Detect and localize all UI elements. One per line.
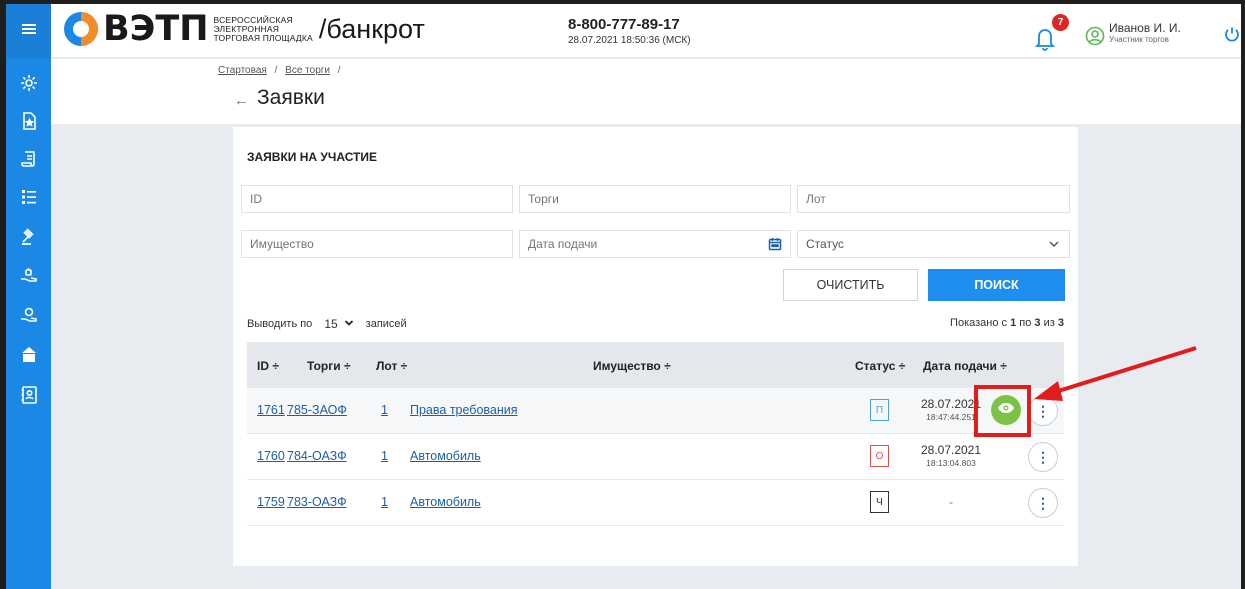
sidebar-item-documents[interactable] xyxy=(6,106,51,140)
clear-button[interactable]: ОЧИСТИТЬ xyxy=(783,269,918,301)
notifications-count-badge: 7 xyxy=(1052,14,1069,31)
row-id-link[interactable]: 1760 xyxy=(257,449,285,463)
back-arrow-icon[interactable]: ← xyxy=(234,92,249,109)
document-star-icon xyxy=(19,111,39,136)
sidebar-item-contacts[interactable] xyxy=(6,380,51,414)
breadcrumb-item-home[interactable]: Стартовая xyxy=(218,65,267,76)
sidebar-item-finance[interactable] xyxy=(6,340,51,374)
column-header-torgi[interactable]: Торги ÷ xyxy=(307,359,351,373)
user-avatar-icon[interactable] xyxy=(1085,26,1105,46)
row-torgi-link[interactable]: 785-ЗАОФ xyxy=(287,403,347,417)
status-filter-select[interactable]: Статус xyxy=(797,230,1070,258)
menu-toggle-button[interactable] xyxy=(6,4,51,58)
per-page-suffix: записей xyxy=(365,318,407,330)
notifications-bell-icon[interactable] xyxy=(1033,25,1057,51)
search-button[interactable]: ПОИСК xyxy=(928,269,1065,301)
row-property-link[interactable]: Права требования xyxy=(410,403,518,417)
lot-filter-field[interactable] xyxy=(797,185,1070,213)
row-date: - xyxy=(949,495,953,509)
row-lot-link[interactable]: 1 xyxy=(381,495,388,509)
per-page-control: Выводить по 15 записей xyxy=(247,317,407,331)
column-header-status[interactable]: Статус ÷ xyxy=(855,359,905,373)
gavel-icon xyxy=(19,226,39,251)
logo-subtitle: ВСЕРОССИЙСКАЯ ЭЛЕКТРОННАЯ ТОРГОВАЯ ПЛОЩА… xyxy=(213,14,313,43)
row-torgi-link[interactable]: 784-ОАЗФ xyxy=(287,449,347,463)
row-id-link[interactable]: 1759 xyxy=(257,495,285,509)
logo-text: ВЭТП xyxy=(103,9,209,49)
date-filter-input[interactable] xyxy=(528,237,790,251)
table-row: 1759 783-ОАЗФ 1 Автомобиль Ч - ⋮ xyxy=(247,480,1064,526)
user-role: Участник торгов xyxy=(1109,35,1169,44)
breadcrumb: Стартовая / Все торги / xyxy=(218,65,341,76)
row-actions-button[interactable]: ⋮ xyxy=(1028,396,1058,426)
sidebar-item-bids[interactable] xyxy=(6,261,51,295)
torgi-filter-input[interactable] xyxy=(528,192,790,206)
logo[interactable]: ВЭТП ВСЕРОССИЙСКАЯ ЭЛЕКТРОННАЯ ТОРГОВАЯ … xyxy=(63,11,425,47)
per-page-value: 15 xyxy=(324,317,338,331)
column-header-date[interactable]: Дата подачи ÷ xyxy=(923,359,1007,373)
row-property-link[interactable]: Автомобиль xyxy=(410,449,481,463)
breadcrumb-item-all-auctions[interactable]: Все торги xyxy=(285,65,330,76)
id-filter-input[interactable] xyxy=(250,192,512,206)
table-header: ID ÷ Торги ÷ Лот ÷ Имущество ÷ Статус ÷ … xyxy=(247,342,1064,388)
scroll-icon xyxy=(19,149,39,174)
support-phone: 8-800-777-89-17 xyxy=(568,16,680,33)
torgi-filter-field[interactable] xyxy=(519,185,791,213)
page-titlebar: Стартовая / Все торги / ← Заявки xyxy=(51,59,1241,124)
per-page-select[interactable]: 15 xyxy=(320,317,357,331)
row-lot-link[interactable]: 1 xyxy=(381,403,388,417)
id-filter-field[interactable] xyxy=(241,185,513,213)
highlight-box xyxy=(974,385,1031,437)
column-header-id[interactable]: ID ÷ xyxy=(257,359,279,373)
logo-mark-icon xyxy=(63,11,99,47)
per-page-prefix: Выводить по xyxy=(247,318,313,330)
chevron-down-icon xyxy=(1047,237,1061,251)
sidebar-item-auctions[interactable] xyxy=(6,221,51,255)
server-datetime: 28.07.2021 18:50:36 (МСК) xyxy=(568,35,691,46)
calendar-icon[interactable] xyxy=(768,237,782,251)
logout-power-icon[interactable] xyxy=(1224,26,1240,42)
applications-card: ЗАЯВКИ НА УЧАСТИЕ Статус ОЧИСТИТЬ ПОИСК … xyxy=(233,127,1078,566)
column-header-lot[interactable]: Лот ÷ xyxy=(376,359,407,373)
hand-icon xyxy=(19,266,39,291)
row-property-link[interactable]: Автомобиль xyxy=(410,495,481,509)
status-badge: О xyxy=(870,445,889,467)
page-title: Заявки xyxy=(257,86,325,109)
chevron-down-icon xyxy=(344,317,354,331)
row-date: 28.07.2021 18:13:04.803 xyxy=(920,443,982,468)
hand-bag-icon xyxy=(19,305,39,330)
user-name[interactable]: Иванов И. И. xyxy=(1109,21,1181,35)
row-actions-button[interactable]: ⋮ xyxy=(1028,488,1058,518)
sidebar-item-lists[interactable] xyxy=(6,182,51,216)
top-header: ВЭТП ВСЕРОССИЙСКАЯ ЭЛЕКТРОННАЯ ТОРГОВАЯ … xyxy=(51,4,1241,58)
contacts-icon xyxy=(19,385,39,410)
row-lot-link[interactable]: 1 xyxy=(381,449,388,463)
sidebar-item-purchases[interactable] xyxy=(6,300,51,334)
status-badge: Ч xyxy=(870,491,889,513)
property-filter-field[interactable] xyxy=(241,230,513,258)
records-shown-info: Показано с 1 по 3 из 3 xyxy=(950,317,1064,329)
status-badge: П xyxy=(870,399,889,421)
bank-icon xyxy=(19,345,39,370)
card-title: ЗАЯВКИ НА УЧАСТИЕ xyxy=(247,150,378,164)
sidebar xyxy=(6,4,51,589)
row-actions-button[interactable]: ⋮ xyxy=(1028,442,1058,472)
menu-icon xyxy=(19,19,39,44)
list-icon xyxy=(19,187,39,212)
row-id-link[interactable]: 1761 xyxy=(257,403,285,417)
date-filter-field[interactable] xyxy=(519,230,791,258)
sidebar-item-settings[interactable] xyxy=(6,68,51,102)
section-name: /банкрот xyxy=(318,14,425,44)
lot-filter-input[interactable] xyxy=(806,192,1069,206)
gear-icon xyxy=(19,73,39,98)
property-filter-input[interactable] xyxy=(250,237,512,251)
status-filter-value: Статус xyxy=(806,237,844,251)
row-torgi-link[interactable]: 783-ОАЗФ xyxy=(287,495,347,509)
sidebar-item-protocols[interactable] xyxy=(6,144,51,178)
column-header-property[interactable]: Имущество ÷ xyxy=(593,359,671,373)
table-row: 1761 785-ЗАОФ 1 Права требования П 28.07… xyxy=(247,388,1064,434)
table-row: 1760 784-ОАЗФ 1 Автомобиль О 28.07.2021 … xyxy=(247,434,1064,480)
